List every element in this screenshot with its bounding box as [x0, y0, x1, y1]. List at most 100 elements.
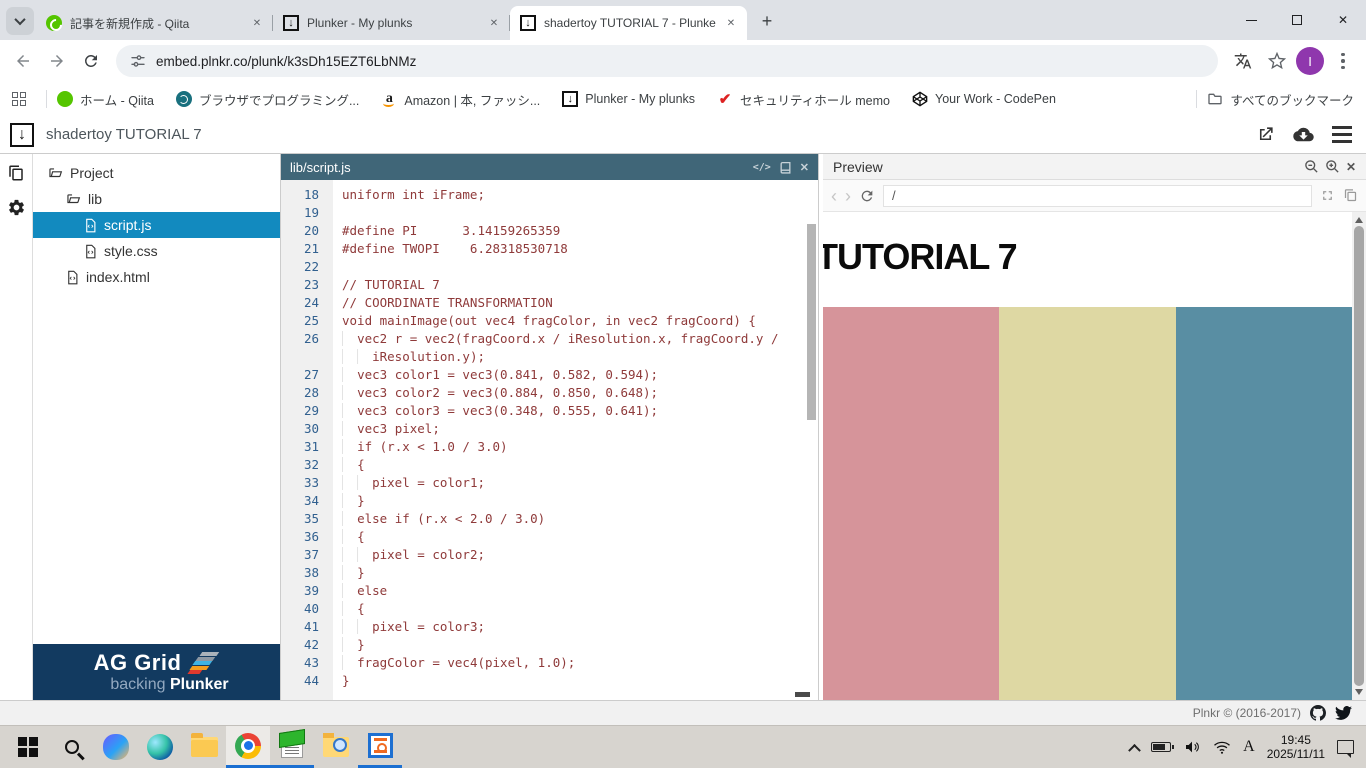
preview-refresh-icon[interactable] — [859, 188, 875, 204]
code-line[interactable]: 37 pixel = color2; — [281, 546, 818, 564]
tray-expand-icon[interactable] — [1128, 743, 1142, 757]
code-line[interactable]: 20 #define PI 3.14159265359 — [281, 222, 818, 240]
orange-app-button[interactable] — [358, 726, 402, 768]
tree-item-Project[interactable]: Project — [33, 160, 280, 186]
browser-tab[interactable]: 記事を新規作成 - Qiita ✕ — [36, 6, 273, 40]
chrome-button[interactable] — [226, 726, 270, 768]
text-editor-app-button[interactable] — [270, 726, 314, 768]
code-line[interactable]: 18 uniform int iFrame; — [281, 186, 818, 204]
code-line[interactable]: 40 { — [281, 600, 818, 618]
wifi-icon[interactable] — [1213, 740, 1231, 755]
taskbar-clock[interactable]: 19:45 2025/11/11 — [1267, 733, 1325, 761]
site-info-icon[interactable] — [130, 53, 146, 69]
tab-search-button[interactable] — [6, 7, 34, 35]
back-button[interactable] — [8, 46, 38, 76]
scroll-down-icon[interactable] — [1355, 689, 1363, 695]
close-button[interactable]: ✕ — [1320, 0, 1366, 40]
code-line[interactable]: 30 vec3 pixel; — [281, 420, 818, 438]
twitter-icon[interactable] — [1335, 705, 1352, 721]
code-line[interactable]: 27 vec3 color1 = vec3(0.841, 0.582, 0.59… — [281, 366, 818, 384]
tab-close-icon[interactable]: ✕ — [486, 15, 502, 31]
editor-horizontal-scrollbar[interactable] — [795, 692, 810, 697]
code-line[interactable]: 19 — [281, 204, 818, 222]
minimize-button[interactable] — [1228, 0, 1274, 40]
code-line[interactable]: 34 } — [281, 492, 818, 510]
editor-close-icon[interactable]: ✕ — [800, 161, 809, 174]
taskbar-search-button[interactable] — [50, 726, 94, 768]
code-line[interactable]: 33 pixel = color1; — [281, 474, 818, 492]
edge-button[interactable] — [138, 726, 182, 768]
editor-vertical-scrollbar[interactable] — [807, 224, 816, 420]
preview-path-input[interactable]: / — [883, 184, 1312, 207]
tree-item-style-css[interactable]: style.css — [33, 238, 280, 264]
preview-forward-icon[interactable]: › — [845, 187, 851, 205]
scroll-up-icon[interactable] — [1355, 217, 1363, 223]
code-line[interactable]: 32 { — [281, 456, 818, 474]
browser-menu-button[interactable] — [1328, 46, 1358, 76]
code-line[interactable]: 43 fragColor = vec4(pixel, 1.0); — [281, 654, 818, 672]
browser-tab[interactable]: ↓ shadertoy TUTORIAL 7 - Plunke ✕ — [510, 6, 747, 40]
docs-book-icon[interactable] — [779, 161, 792, 174]
settings-gear-icon[interactable] — [7, 198, 26, 217]
code-line[interactable]: 44} — [281, 672, 818, 690]
code-line[interactable]: 26 vec2 r = vec2(fragCoord.x / iResoluti… — [281, 330, 818, 348]
code-line[interactable]: 21 #define TWOPI 6.28318530718 — [281, 240, 818, 258]
code-line[interactable]: 35 else if (r.x < 2.0 / 3.0) — [281, 510, 818, 528]
bookmark-item[interactable]: ホーム - Qiita — [57, 90, 154, 109]
zoom-in-icon[interactable] — [1325, 159, 1340, 174]
tree-item-lib[interactable]: lib — [33, 186, 280, 212]
apps-grid-icon[interactable] — [12, 92, 26, 106]
code-area[interactable]: 18 uniform int iFrame; 19 20 #define PI 3.14… — [281, 180, 818, 700]
bookmark-item[interactable]: Your Work - CodePen — [912, 91, 1056, 107]
github-icon[interactable] — [1310, 705, 1326, 721]
translate-button[interactable] — [1228, 46, 1258, 76]
code-line[interactable]: 38 } — [281, 564, 818, 582]
code-line[interactable]: 23 // TUTORIAL 7 — [281, 276, 818, 294]
start-button[interactable] — [6, 726, 50, 768]
copy-icon[interactable] — [1343, 188, 1358, 203]
code-line[interactable]: 29 vec3 color3 = vec3(0.348, 0.555, 0.64… — [281, 402, 818, 420]
tab-close-icon[interactable]: ✕ — [723, 15, 739, 31]
bookmark-item[interactable]: ↓ Plunker - My plunks — [562, 91, 695, 107]
preview-back-icon[interactable]: ‹ — [831, 187, 837, 205]
reload-button[interactable] — [76, 46, 106, 76]
code-line[interactable]: 22 — [281, 258, 818, 276]
all-bookmarks-button[interactable]: すべてのブックマーク — [1207, 90, 1354, 109]
code-line[interactable]: 25 void mainImage(out vec4 fragColor, in … — [281, 312, 818, 330]
ime-indicator[interactable]: A — [1243, 738, 1255, 756]
open-in-new-icon[interactable] — [1256, 125, 1275, 144]
preview-close-icon[interactable]: ✕ — [1346, 160, 1356, 174]
profile-avatar[interactable]: I — [1296, 47, 1324, 75]
new-tab-button[interactable]: + — [753, 7, 781, 35]
fullscreen-icon[interactable] — [1320, 188, 1335, 203]
tree-item-index-html[interactable]: index.html — [33, 264, 280, 290]
file-explorer-button[interactable] — [182, 726, 226, 768]
code-line[interactable]: 24 // COORDINATE TRANSFORMATION — [281, 294, 818, 312]
forward-button[interactable] — [42, 46, 72, 76]
code-line[interactable]: 39 else — [281, 582, 818, 600]
cloud-download-icon[interactable] — [1293, 126, 1314, 143]
code-line[interactable]: 42 } — [281, 636, 818, 654]
notification-icon[interactable] — [1337, 740, 1354, 758]
hamburger-menu-icon[interactable] — [1332, 125, 1352, 144]
folder-search-button[interactable] — [314, 726, 358, 768]
volume-icon[interactable] — [1183, 739, 1201, 755]
browser-tab[interactable]: ↓ Plunker - My plunks ✕ — [273, 6, 510, 40]
files-icon[interactable] — [7, 164, 25, 182]
code-line[interactable]: 36 { — [281, 528, 818, 546]
preview-scrollbar[interactable] — [1352, 212, 1366, 700]
bookmark-item[interactable]: ブラウザでプログラミング... — [175, 90, 359, 109]
url-text[interactable]: embed.plnkr.co/plunk/k3sDh15EZT6LbNMz — [156, 54, 416, 69]
maximize-button[interactable] — [1274, 0, 1320, 40]
code-line[interactable]: iResolution.y); — [281, 348, 818, 366]
battery-icon[interactable] — [1151, 742, 1175, 752]
address-bar[interactable]: embed.plnkr.co/plunk/k3sDh15EZT6LbNMz — [116, 45, 1218, 77]
code-line[interactable]: 28 vec3 color2 = vec3(0.884, 0.850, 0.64… — [281, 384, 818, 402]
tree-item-script-js[interactable]: script.js — [33, 212, 280, 238]
bookmark-item[interactable]: a Amazon | 本, ファッシ... — [381, 90, 540, 109]
bookmark-star-button[interactable] — [1262, 46, 1292, 76]
copilot-button[interactable] — [94, 726, 138, 768]
tab-close-icon[interactable]: ✕ — [249, 15, 265, 31]
scroll-thumb[interactable] — [1354, 226, 1364, 686]
zoom-out-icon[interactable] — [1304, 159, 1319, 174]
